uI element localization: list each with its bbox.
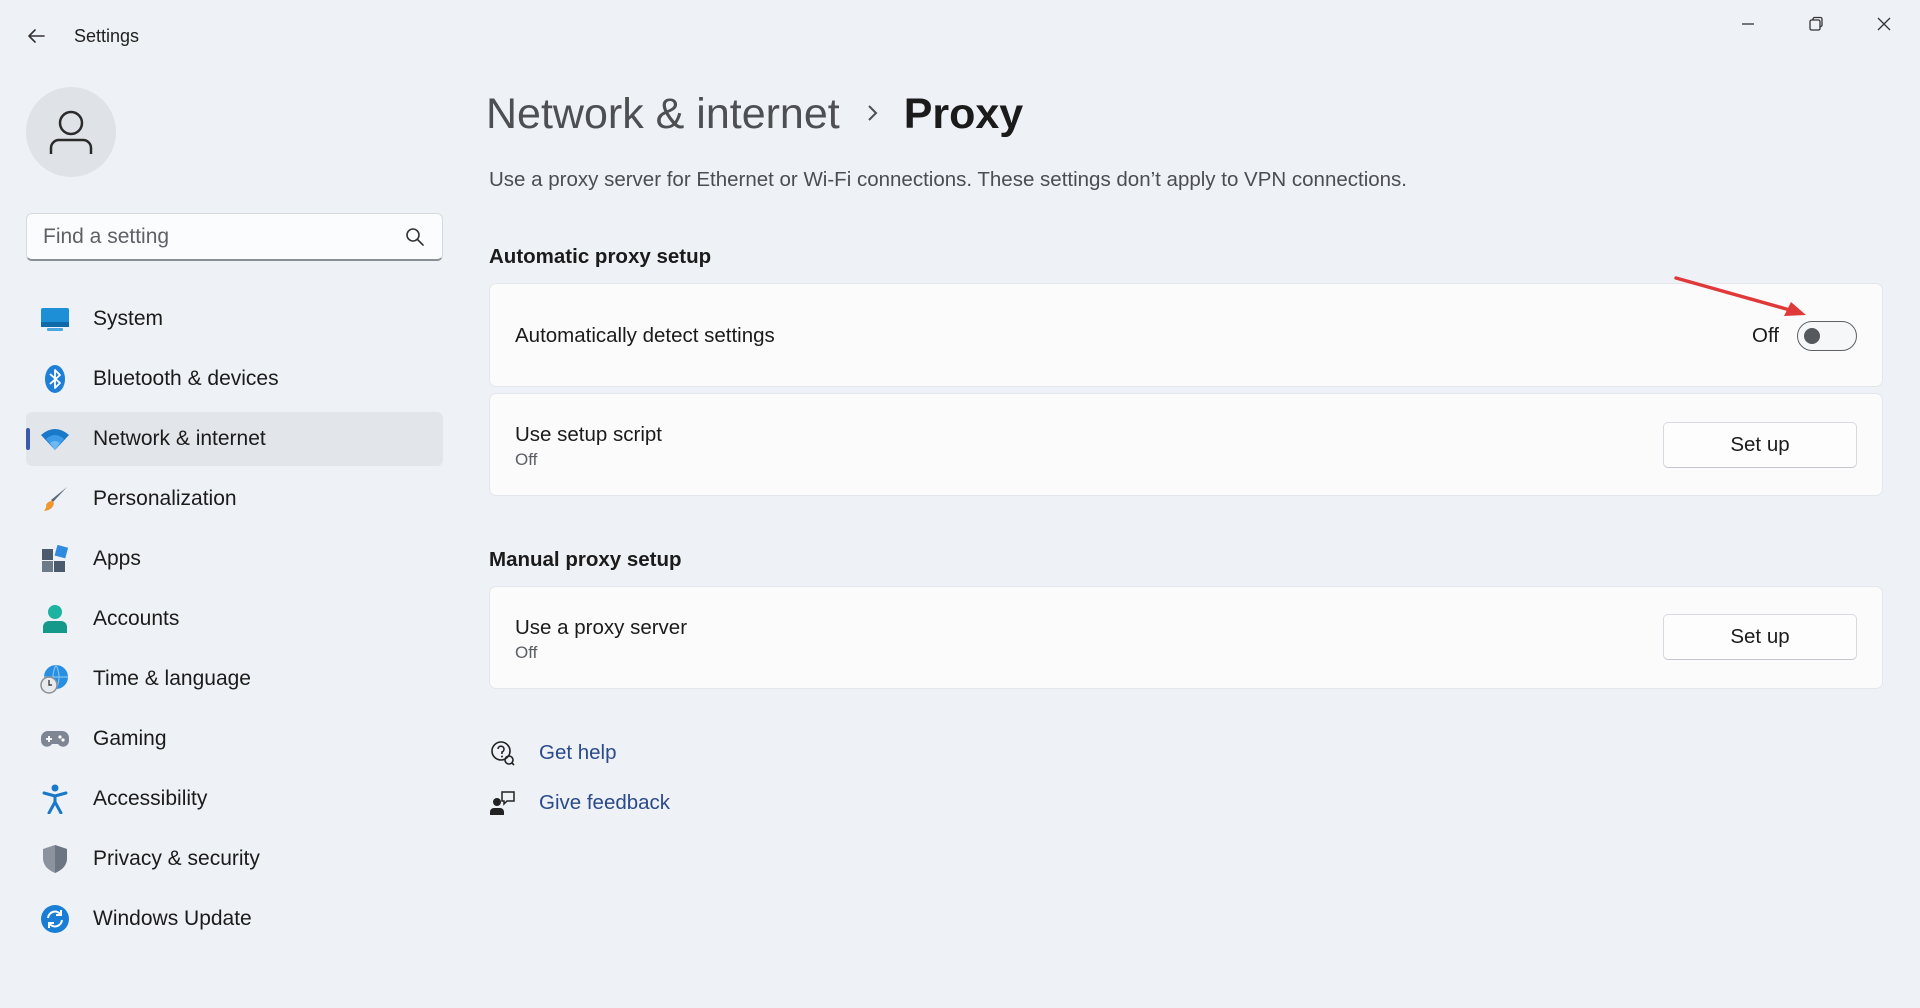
user-icon [49, 110, 93, 154]
sidebar-item-system[interactable]: System [26, 292, 443, 346]
sidebar-item-personalization[interactable]: Personalization [26, 472, 443, 526]
page-title: Proxy [903, 89, 1024, 138]
manual-proxy-section-title: Manual proxy setup [489, 548, 682, 571]
breadcrumb: Network & internet Proxy [486, 86, 1023, 142]
chevron-right-icon [867, 105, 878, 121]
sidebar-item-time-language[interactable]: Time & language [26, 652, 443, 706]
sidebar-item-privacy-security[interactable]: Privacy & security [26, 832, 443, 886]
sidebar-item-accounts[interactable]: Accounts [26, 592, 443, 646]
restore-button[interactable] [1788, 8, 1844, 40]
bluetooth-icon [40, 364, 70, 394]
accounts-icon [40, 604, 70, 634]
shield-icon [40, 844, 70, 874]
breadcrumb-parent-link[interactable]: Network & internet [486, 90, 840, 139]
minimize-icon [1742, 23, 1754, 25]
auto-detect-label: Automatically detect settings [515, 324, 775, 347]
minimize-button[interactable] [1720, 8, 1776, 40]
sidebar-nav: System Bluetooth & devices Network & int… [26, 292, 443, 952]
setup-script-label: Use setup script [515, 423, 662, 446]
system-icon [40, 304, 70, 334]
sidebar-item-accessibility[interactable]: Accessibility [26, 772, 443, 826]
page-description: Use a proxy server for Ethernet or Wi-Fi… [489, 168, 1407, 191]
auto-detect-toggle[interactable] [1797, 321, 1857, 351]
wifi-icon [40, 424, 70, 454]
accessibility-icon [40, 784, 70, 814]
give-feedback-row[interactable]: Give feedback [489, 790, 670, 816]
restore-icon [1809, 16, 1823, 31]
update-icon [40, 904, 70, 934]
apps-icon [40, 544, 70, 574]
get-help-row[interactable]: Get help [489, 740, 617, 766]
help-chat-icon [489, 740, 515, 766]
setup-script-setup-button[interactable]: Set up [1663, 422, 1857, 468]
give-feedback-link[interactable]: Give feedback [539, 791, 670, 815]
auto-detect-state-text: Off [1752, 324, 1779, 347]
back-button[interactable] [20, 20, 52, 52]
sidebar-item-gaming[interactable]: Gaming [26, 712, 443, 766]
get-help-link[interactable]: Get help [539, 741, 617, 765]
gamepad-icon [40, 724, 70, 754]
setup-script-card: Use setup script Off Set up [489, 393, 1883, 496]
search-input[interactable] [43, 224, 404, 249]
sidebar-item-network[interactable]: Network & internet [26, 412, 443, 466]
proxy-server-card: Use a proxy server Off Set up [489, 586, 1883, 689]
proxy-server-setup-button[interactable]: Set up [1663, 614, 1857, 660]
search-box[interactable] [26, 213, 443, 261]
setup-script-status: Off [515, 450, 538, 469]
brush-icon [40, 484, 70, 514]
feedback-icon [489, 790, 515, 816]
app-title: Settings [74, 26, 140, 46]
annotation-arrow [1674, 276, 1806, 316]
toggle-knob [1804, 328, 1820, 344]
proxy-server-label: Use a proxy server [515, 616, 688, 639]
user-avatar[interactable] [26, 87, 116, 177]
close-button[interactable] [1856, 8, 1912, 40]
breadcrumb-separator [866, 98, 880, 130]
sidebar-item-windows-update[interactable]: Windows Update [26, 892, 443, 946]
back-arrow-icon [28, 29, 45, 43]
title-bar: Settings [0, 0, 1920, 72]
search-icon[interactable] [404, 226, 426, 248]
sidebar-item-apps[interactable]: Apps [26, 532, 443, 586]
globe-clock-icon [40, 664, 70, 694]
proxy-server-status: Off [515, 643, 538, 662]
sidebar-item-bluetooth[interactable]: Bluetooth & devices [26, 352, 443, 406]
automatic-proxy-section-title: Automatic proxy setup [489, 245, 712, 268]
close-icon [1877, 17, 1891, 31]
